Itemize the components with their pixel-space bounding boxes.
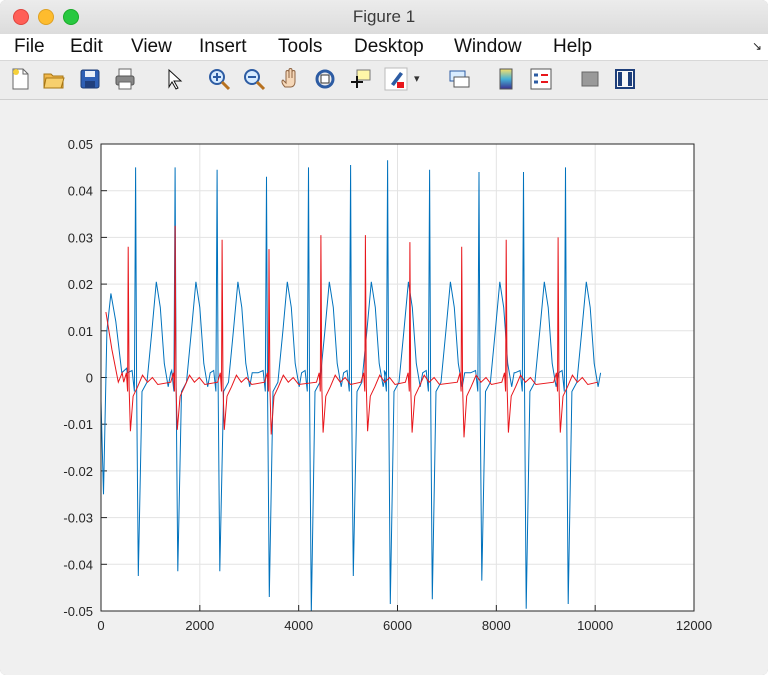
title-bar: Figure 1 [0,0,768,35]
rotate-3d-icon[interactable] [313,67,337,91]
legend-icon[interactable] [529,67,553,91]
link-plot-icon[interactable] [447,67,471,91]
x-tick-label: 4000 [284,618,313,633]
zoom-out-icon[interactable] [242,67,266,91]
menu-view[interactable]: View [131,36,172,58]
x-tick-label: 8000 [482,618,511,633]
menu-window[interactable]: Window [454,36,522,58]
save-icon[interactable] [78,67,102,91]
x-tick-label: 10000 [577,618,613,633]
menu-bar: File Edit View Insert Tools Desktop Wind… [0,34,768,61]
new-figure-icon[interactable] [8,67,32,91]
print-icon[interactable] [113,67,137,91]
zoom-in-icon[interactable] [207,67,231,91]
x-tick-label: 12000 [676,618,712,633]
y-tick-label: 0.02 [68,277,93,292]
data-cursor-icon[interactable] [349,67,373,91]
x-tick-label: 2000 [185,618,214,633]
hide-plot-tools-icon[interactable] [578,67,602,91]
figure-toolbar: ▾ [0,61,768,100]
pan-icon[interactable] [278,67,302,91]
y-tick-label: -0.01 [63,417,93,432]
colorbar-icon[interactable] [494,67,518,91]
y-tick-label: 0 [86,371,93,386]
y-tick-label: -0.02 [63,464,93,479]
y-tick-label: -0.04 [63,557,93,572]
menu-desktop[interactable]: Desktop [354,36,424,58]
dock-arrow-icon[interactable]: ↘ [752,39,762,53]
y-tick-label: 0.03 [68,230,93,245]
y-tick-label: 0.01 [68,324,93,339]
brush-menu-icon[interactable]: ▾ [414,67,438,91]
plot-area: 0 2000 4000 6000 8000 10000 12000 0.05 0.04 0.03 0… [0,100,768,675]
pointer-icon[interactable] [163,67,187,91]
window-title: Figure 1 [352,7,416,26]
ecg-line-chart[interactable]: 0 2000 4000 6000 8000 10000 12000 0.05 0.04 0.03 0… [0,100,768,675]
y-tick-label: 0.04 [68,184,93,199]
menu-insert[interactable]: Insert [199,36,247,58]
y-tick-label: -0.03 [63,511,93,526]
menu-tools[interactable]: Tools [278,36,322,58]
open-file-icon[interactable] [42,67,66,91]
y-tick-label: -0.05 [63,604,93,619]
menu-help[interactable]: Help [553,36,592,58]
show-plot-tools-icon[interactable] [613,67,637,91]
x-tick-label: 0 [97,618,104,633]
brush-icon[interactable] [384,67,408,91]
figure-window: Figure 1 File Edit View Insert Tools Des… [0,0,768,675]
x-tick-label: 6000 [383,618,412,633]
menu-file[interactable]: File [14,36,45,58]
y-tick-label: 0.05 [68,137,93,152]
menu-edit[interactable]: Edit [70,36,103,58]
